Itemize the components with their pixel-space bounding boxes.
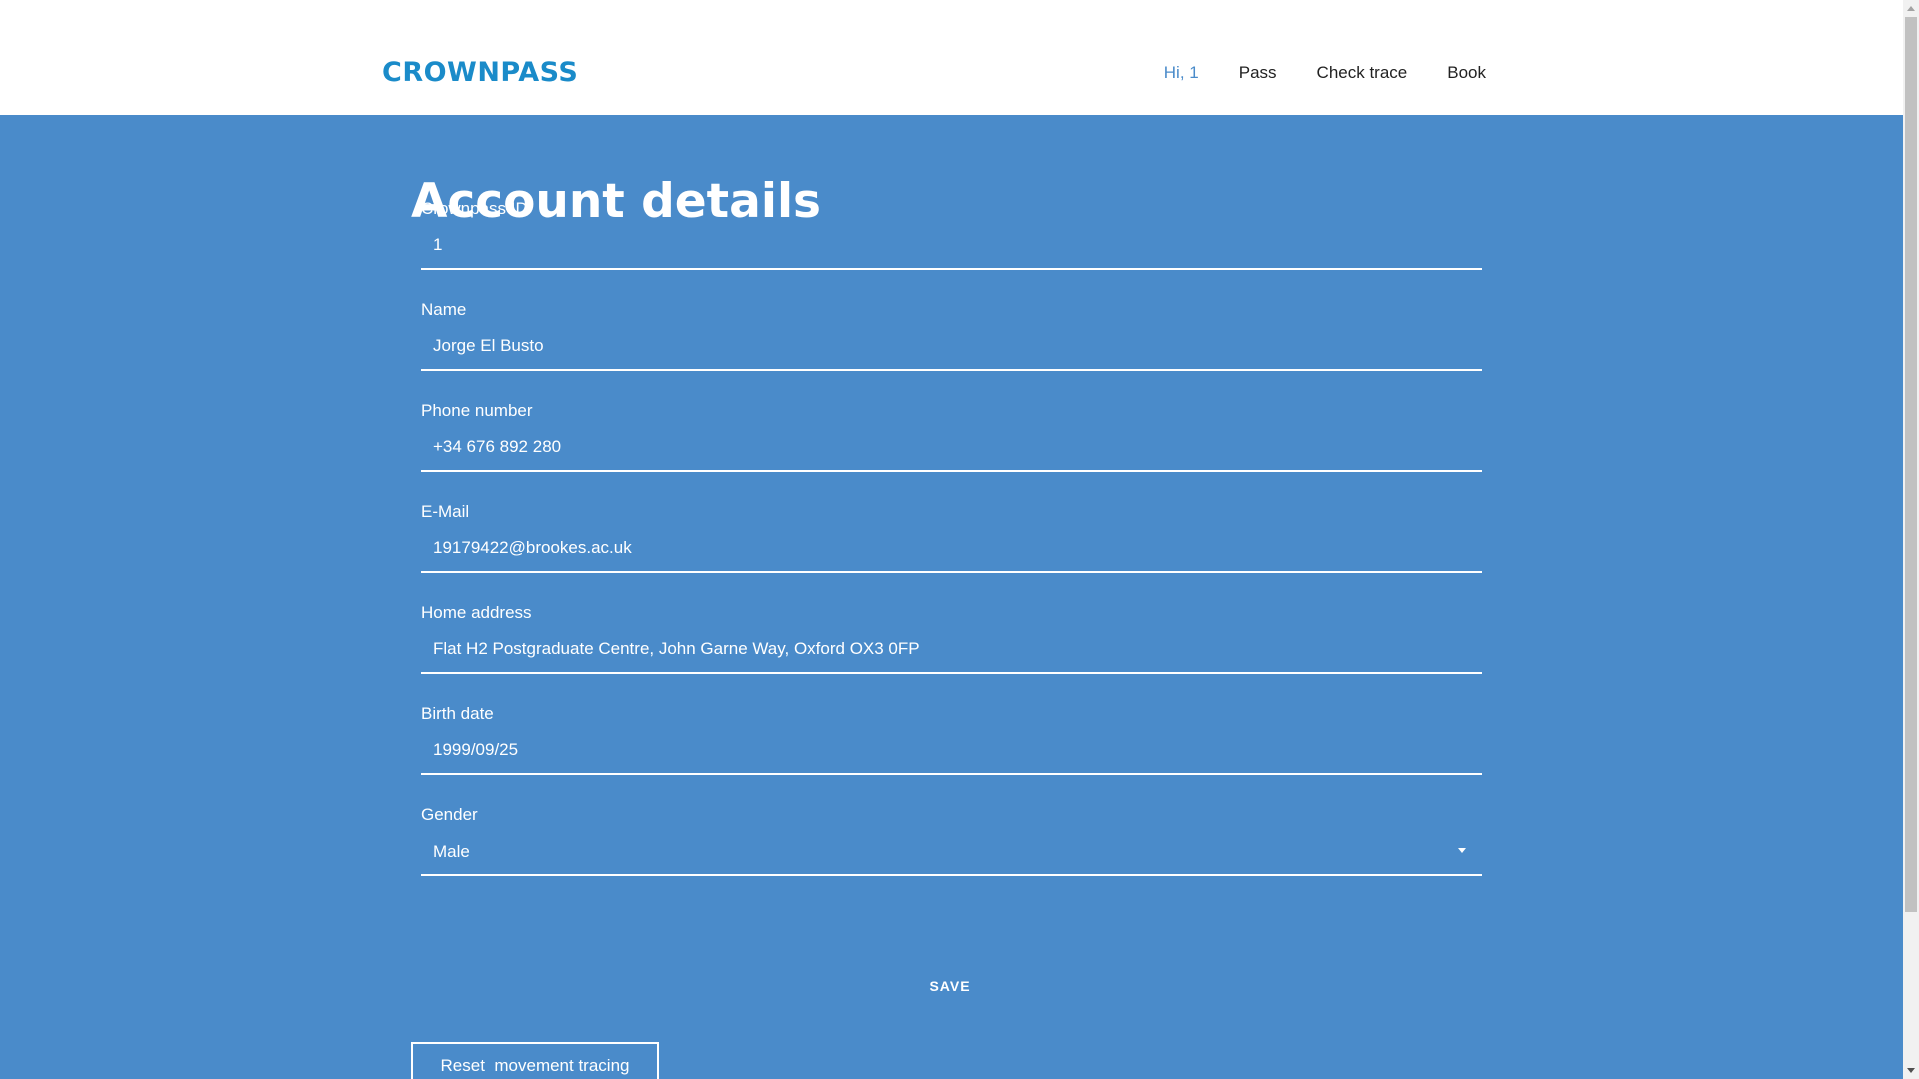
phone-underline: [421, 470, 1482, 472]
chevron-down-icon[interactable]: [1458, 848, 1466, 853]
nav-pass-link[interactable]: Pass: [1239, 60, 1277, 86]
crownpass-id-field: Crownpass ID 1: [421, 198, 1482, 278]
email-underline: [421, 571, 1482, 573]
phone-label: Phone number: [421, 401, 533, 420]
phone-input[interactable]: +34 676 892 280: [433, 436, 1453, 458]
gender-label: Gender: [421, 805, 478, 824]
gender-underline: [421, 874, 1482, 876]
top-header: CROWNPASS Hi, 1 Pass Check trace Book: [0, 0, 1903, 115]
gender-field: Gender Male: [421, 804, 1482, 884]
name-underline: [421, 369, 1482, 371]
account-details-panel: Account details Crownpass ID 1 Name Jorg…: [0, 115, 1903, 1079]
birth-date-input[interactable]: 1999/09/25: [433, 739, 1453, 761]
nav-greeting-link[interactable]: Hi, 1: [1164, 60, 1199, 86]
crownpass-logo[interactable]: CROWNPASS: [382, 58, 578, 88]
scroll-down-arrow-icon[interactable]: [1907, 1068, 1915, 1073]
birth-date-underline: [421, 773, 1482, 775]
save-button[interactable]: SAVE: [900, 978, 1000, 994]
name-label: Name: [421, 300, 467, 319]
birth-date-field: Birth date 1999/09/25: [421, 703, 1482, 783]
vertical-scrollbar[interactable]: [1903, 0, 1919, 1079]
email-label: E-Mail: [421, 502, 470, 521]
address-field: Home address Flat H2 Postgraduate Centre…: [421, 602, 1482, 682]
reset-movement-tracing-button[interactable]: Reset movement tracing: [411, 1042, 659, 1079]
crownpass-id-value: 1: [433, 235, 443, 254]
nav-check-trace-link[interactable]: Check trace: [1317, 60, 1408, 86]
nav-book-link[interactable]: Book: [1447, 60, 1486, 86]
scroll-up-arrow-icon[interactable]: [1907, 6, 1915, 11]
address-label: Home address: [421, 603, 532, 622]
crownpass-id-label: Crownpass ID: [421, 199, 528, 218]
email-input[interactable]: 19179422@brookes.ac.uk: [433, 537, 1453, 559]
gender-select[interactable]: Male: [433, 841, 1453, 863]
name-field: Name Jorge El Busto: [421, 299, 1482, 379]
phone-field: Phone number +34 676 892 280: [421, 400, 1482, 480]
main-nav: Hi, 1 Pass Check trace Book: [1164, 60, 1486, 86]
crownpass-id-underline: [421, 268, 1482, 270]
birth-date-label: Birth date: [421, 704, 494, 723]
address-underline: [421, 672, 1482, 674]
address-input[interactable]: Flat H2 Postgraduate Centre, John Garne …: [433, 638, 1453, 660]
name-input[interactable]: Jorge El Busto: [433, 335, 1453, 357]
email-field: E-Mail 19179422@brookes.ac.uk: [421, 501, 1482, 581]
scrollbar-thumb[interactable]: [1905, 17, 1917, 912]
